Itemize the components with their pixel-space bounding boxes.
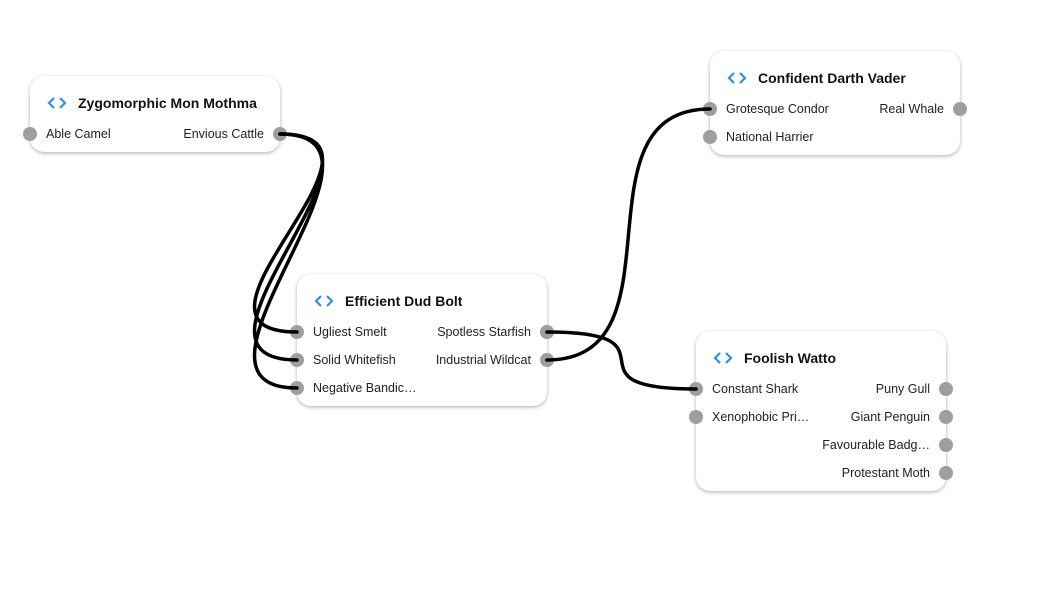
output-port-label: Real Whale xyxy=(879,102,944,116)
node-header[interactable]: Efficient Dud Bolt xyxy=(297,274,547,318)
input-port-label: National Harrier xyxy=(726,130,814,144)
input-port-label: Ugliest Smelt xyxy=(313,325,387,339)
connection-wire[interactable] xyxy=(545,330,698,391)
code-icon xyxy=(313,293,337,309)
code-icon xyxy=(726,70,750,86)
input-port-label: Grotesque Condor xyxy=(726,102,829,116)
input-port[interactable] xyxy=(23,127,37,141)
node-editor-canvas[interactable]: Zygomorphic Mon Mothma Able Camel Enviou… xyxy=(0,0,1053,596)
node-zygomorphic-mon-mothma[interactable]: Zygomorphic Mon Mothma Able Camel Enviou… xyxy=(23,76,287,152)
output-port-label: Envious Cattle xyxy=(183,127,264,141)
output-port[interactable] xyxy=(939,466,953,480)
node-title: Efficient Dud Bolt xyxy=(345,293,463,309)
node-header[interactable]: Zygomorphic Mon Mothma xyxy=(30,76,280,120)
output-port[interactable] xyxy=(939,410,953,424)
node-title: Foolish Watto xyxy=(744,350,837,366)
node-efficient-dud-bolt[interactable]: Efficient Dud Bolt Ugliest Smelt Spotles… xyxy=(290,274,554,406)
input-port-label: Constant Shark xyxy=(712,382,799,396)
node-confident-darth-vader[interactable]: Confident Darth Vader Grotesque Condor R… xyxy=(703,51,967,155)
input-port-label: Negative Bandic… xyxy=(313,381,417,395)
input-port-label: Able Camel xyxy=(46,127,111,141)
output-port[interactable] xyxy=(939,438,953,452)
input-port[interactable] xyxy=(689,410,703,424)
output-port-label: Industrial Wildcat xyxy=(435,353,531,367)
input-port-label: Solid Whitefish xyxy=(313,353,396,367)
output-port-label: Protestant Moth xyxy=(841,466,930,480)
output-port[interactable] xyxy=(939,382,953,396)
output-port[interactable] xyxy=(953,102,967,116)
node-title: Confident Darth Vader xyxy=(758,70,906,86)
node-foolish-watto[interactable]: Foolish Watto Constant Shark Puny Gull X… xyxy=(689,331,953,491)
node-header[interactable]: Confident Darth Vader xyxy=(710,51,960,95)
connection-wire[interactable] xyxy=(545,107,712,362)
code-icon xyxy=(46,95,70,111)
output-port-label: Giant Penguin xyxy=(850,410,930,424)
node-title: Zygomorphic Mon Mothma xyxy=(78,95,257,111)
output-port-label: Spotless Starfish xyxy=(437,325,531,339)
input-port-label: Xenophobic Pri… xyxy=(712,410,810,424)
output-port-label: Puny Gull xyxy=(875,382,930,396)
output-port-label: Favourable Badg… xyxy=(822,438,930,452)
input-port[interactable] xyxy=(703,130,717,144)
code-icon xyxy=(712,350,736,366)
node-header[interactable]: Foolish Watto xyxy=(696,331,946,375)
